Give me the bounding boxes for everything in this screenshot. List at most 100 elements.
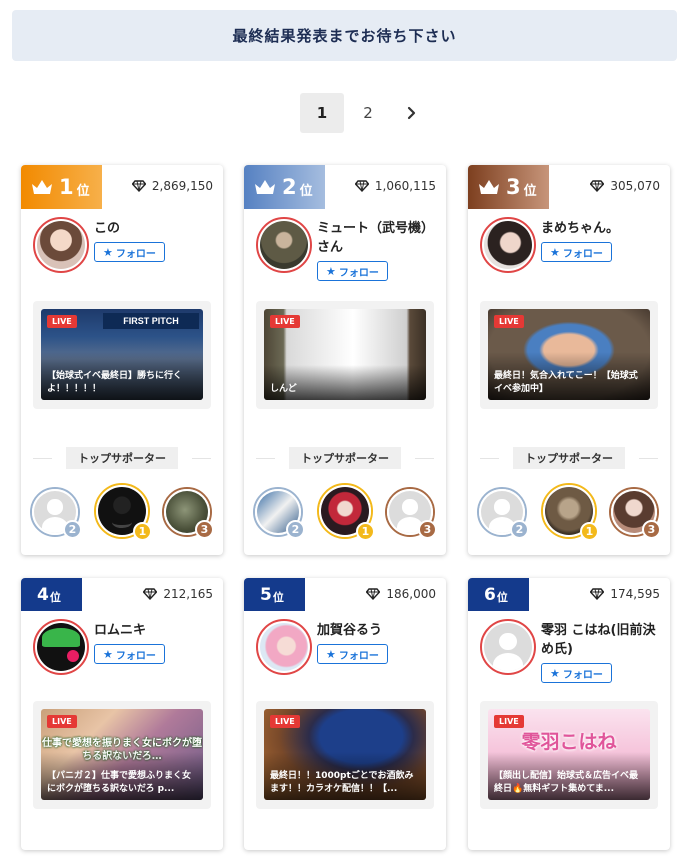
stream-thumbnail[interactable]: LIVE 最終日！気合入れてこー！【始球式イベ参加中】 <box>488 309 650 400</box>
top-supporter-heading: トップサポーター <box>33 447 211 469</box>
follow-label: フォロー <box>115 650 156 662</box>
streamer-name[interactable]: 加賀谷るう <box>317 621 440 640</box>
stream-thumbnail-box[interactable]: 仕事で愛想を振りまく女にボクが堕ちる訳ないだろ… LIVE 【パニガ２】仕事で愛… <box>33 701 211 809</box>
live-badge: LIVE <box>47 715 77 728</box>
follow-label: フォロー <box>562 669 603 681</box>
rank-suffix: 位 <box>523 184 537 199</box>
top-supporter-heading: トップサポーター <box>480 447 658 469</box>
ranking-card-3[interactable]: 3 位 305,070 まめちゃん。 ★ フォロー LIVE 最終日！気合入れて… <box>468 165 670 555</box>
star-icon: ★ <box>326 647 336 661</box>
supporter-avatar[interactable]: 2 <box>477 487 529 539</box>
follow-label: フォロー <box>338 650 379 662</box>
avatar[interactable] <box>256 619 312 675</box>
stream-title: 最終日！気合入れてこー！【始球式イベ参加中】 <box>488 352 650 400</box>
ranking-card-6[interactable]: 6 位 174,595 零羽 こはね(旧前決め氏) ★ フォロー 零羽こはね L… <box>468 578 670 850</box>
supporter-avatar[interactable]: 2 <box>30 487 82 539</box>
supporter-avatar[interactable]: 3 <box>609 487 661 539</box>
profile: まめちゃん。 ★ フォロー <box>480 217 664 273</box>
supporter-avatar[interactable]: 1 <box>94 483 152 541</box>
banner-text: 最終結果発表までお待ち下さい <box>232 27 457 45</box>
page-1-button[interactable]: 1 <box>300 93 344 133</box>
points-value: 174,595 <box>610 587 660 601</box>
ranking-card-1[interactable]: 1 位 2,869,150 この ★ フォロー FIRST PITCH LIVE… <box>21 165 223 555</box>
follow-button[interactable]: ★ フォロー <box>541 663 612 683</box>
rank-badge: 2 位 <box>244 165 325 209</box>
supporter-rank-badge: 2 <box>63 520 82 539</box>
follow-label: フォロー <box>338 267 379 279</box>
supporter-avatar[interactable]: 1 <box>317 483 375 541</box>
star-icon: ★ <box>326 264 336 278</box>
supporter-avatar[interactable]: 3 <box>385 487 437 539</box>
crown-icon <box>255 180 275 194</box>
streamer-name[interactable]: まめちゃん。 <box>541 219 664 238</box>
stream-thumbnail-box[interactable]: LIVE しんど <box>256 301 434 409</box>
avatar[interactable] <box>33 619 89 675</box>
follow-label: フォロー <box>562 248 603 260</box>
supporter-avatar[interactable]: 1 <box>541 483 599 541</box>
supporter-avatar[interactable]: 3 <box>162 487 214 539</box>
stream-thumbnail[interactable]: 仕事で愛想を振りまく女にボクが堕ちる訳ないだろ… LIVE 【パニガ２】仕事で愛… <box>41 709 203 800</box>
streamer-name[interactable]: ミュート（武号機）さん <box>317 219 440 257</box>
profile: ロムニキ ★ フォロー <box>33 619 217 675</box>
supporter-rank-badge: 3 <box>418 520 437 539</box>
stream-thumbnail-box[interactable]: LIVE 最終日！気合入れてこー！【始球式イベ参加中】 <box>480 301 658 409</box>
ranking-card-2[interactable]: 2 位 1,060,115 ミュート（武号機）さん ★ フォロー LIVE しん… <box>244 165 446 555</box>
streamer-name[interactable]: この <box>94 219 217 238</box>
stream-thumbnail[interactable]: 零羽こはね LIVE 【顔出し配信】始球式＆広告イベ最終日🔥無料ギフト集めてま.… <box>488 709 650 800</box>
rank-number: 5 <box>260 584 272 605</box>
crown-icon <box>479 180 499 194</box>
diamond-icon <box>590 180 605 192</box>
streamer-name[interactable]: 零羽 こはね(旧前決め氏) <box>541 621 664 659</box>
stream-thumbnail[interactable]: LIVE 最終日！！1000ptごとでお酒飲みます！！カラオケ配信！！【... <box>264 709 426 800</box>
rank-suffix: 位 <box>272 590 284 604</box>
follow-button[interactable]: ★ フォロー <box>317 644 388 664</box>
rank-number: 3 <box>506 175 521 199</box>
supporter-rank-badge: 2 <box>286 520 305 539</box>
follow-button[interactable]: ★ フォロー <box>94 242 165 262</box>
rank-badge: 1 位 <box>21 165 102 209</box>
avatar[interactable] <box>256 217 312 273</box>
points: 2,869,150 <box>131 179 213 193</box>
points: 305,070 <box>590 179 660 193</box>
stream-thumbnail-box[interactable]: 零羽こはね LIVE 【顔出し配信】始球式＆広告イベ最終日🔥無料ギフト集めてま.… <box>480 701 658 809</box>
live-badge: LIVE <box>270 715 300 728</box>
ranking-card-5[interactable]: 5 位 186,000 加賀谷るう ★ フォロー LIVE 最終日！！1000p… <box>244 578 446 850</box>
thumbnail-overlay-text: 零羽こはね <box>521 731 617 753</box>
rank-badge: 4 位 <box>21 578 82 611</box>
final-result-banner: 最終結果発表までお待ち下さい <box>12 10 677 61</box>
points-value: 2,869,150 <box>151 179 213 193</box>
star-icon: ★ <box>550 666 560 680</box>
rank-badge: 3 位 <box>468 165 549 209</box>
points: 186,000 <box>366 587 436 601</box>
avatar[interactable] <box>480 217 536 273</box>
star-icon: ★ <box>103 245 113 259</box>
profile: 零羽 こはね(旧前決め氏) ★ フォロー <box>480 619 664 683</box>
follow-label: フォロー <box>115 248 156 260</box>
star-icon: ★ <box>550 245 560 259</box>
follow-button[interactable]: ★ フォロー <box>541 242 612 262</box>
live-badge: LIVE <box>494 715 524 728</box>
next-page-button[interactable] <box>392 93 432 133</box>
follow-button[interactable]: ★ フォロー <box>317 261 388 281</box>
diamond-icon <box>590 588 605 600</box>
follow-button[interactable]: ★ フォロー <box>94 644 165 664</box>
supporter-rank-badge: 2 <box>510 520 529 539</box>
rank-suffix: 位 <box>496 590 508 604</box>
stream-title: 【パニガ２】仕事で愛想ふりまく女にボクが堕ちる訳ないだろ p... <box>41 752 203 800</box>
rank-number: 1 <box>59 175 74 199</box>
stream-thumbnail-box[interactable]: LIVE 最終日！！1000ptごとでお酒飲みます！！カラオケ配信！！【... <box>256 701 434 809</box>
stream-thumbnail-box[interactable]: FIRST PITCH LIVE 【始球式イベ最終日】勝ちに行くよ！！！！！ <box>33 301 211 409</box>
supporter-rank-badge: 3 <box>195 520 214 539</box>
supporter-rank-badge: 1 <box>133 522 152 541</box>
streamer-name[interactable]: ロムニキ <box>94 621 217 640</box>
avatar[interactable] <box>480 619 536 675</box>
ranking-card-4[interactable]: 4 位 212,165 ロムニキ ★ フォロー 仕事で愛想を振りまく女にボクが堕… <box>21 578 223 850</box>
stream-thumbnail[interactable]: LIVE しんど <box>264 309 426 400</box>
supporter-avatar[interactable]: 2 <box>253 487 305 539</box>
points: 174,595 <box>590 587 660 601</box>
page-2-button[interactable]: 2 <box>346 93 390 133</box>
profile: この ★ フォロー <box>33 217 217 273</box>
stream-thumbnail[interactable]: FIRST PITCH LIVE 【始球式イベ最終日】勝ちに行くよ！！！！！ <box>41 309 203 400</box>
avatar[interactable] <box>33 217 89 273</box>
points: 1,060,115 <box>354 179 436 193</box>
